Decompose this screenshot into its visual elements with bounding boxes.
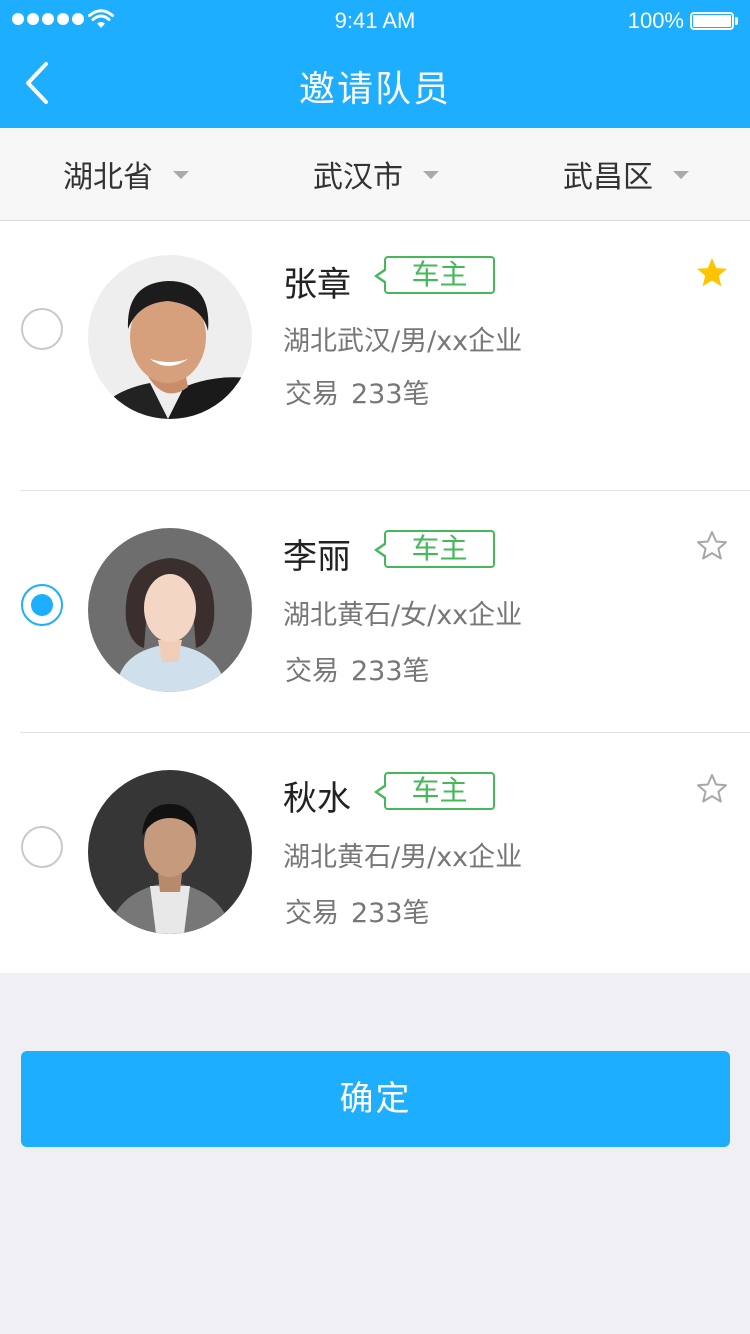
star-outline-icon[interactable] <box>695 772 729 806</box>
member-row[interactable]: 张章 车主 湖北武汉/男/xx企业 交易 233笔 <box>0 221 750 491</box>
select-radio[interactable] <box>21 584 63 626</box>
trade-label: 交易 <box>285 379 339 410</box>
member-name: 李丽 <box>283 537 351 577</box>
district-filter-label: 武昌区 <box>563 160 653 195</box>
member-info: 湖北黄石/女/xx企业 <box>283 600 523 631</box>
role-tag: 车主 <box>374 772 495 810</box>
caret-down-icon <box>673 171 689 179</box>
province-filter-label: 湖北省 <box>63 160 153 195</box>
trade-label: 交易 <box>285 656 339 687</box>
member-info: 湖北武汉/男/xx企业 <box>283 326 523 357</box>
member-name: 张章 <box>283 265 351 305</box>
trade-count: 交易 233笔 <box>285 649 430 688</box>
caret-down-icon <box>423 171 439 179</box>
trade-count: 交易 233笔 <box>285 372 430 411</box>
select-radio[interactable] <box>21 308 63 350</box>
province-filter[interactable]: 湖北省 <box>63 128 189 220</box>
avatar <box>88 255 252 419</box>
caret-down-icon <box>173 171 189 179</box>
role-tag: 车主 <box>374 256 495 294</box>
region-filter-bar: 湖北省 武汉市 武昌区 <box>0 128 750 221</box>
city-filter-label: 武汉市 <box>313 160 403 195</box>
member-list: 张章 车主 湖北武汉/男/xx企业 交易 233笔 李丽 车主 湖北黄石/女/xx… <box>0 221 750 973</box>
member-row[interactable]: 秋水 车主 湖北黄石/男/xx企业 交易 233笔 <box>0 733 750 973</box>
avatar <box>88 528 252 692</box>
battery-percentage: 100% <box>627 8 684 33</box>
trade-count: 交易 233笔 <box>285 891 430 930</box>
trade-label: 交易 <box>285 898 339 929</box>
confirm-button[interactable]: 确定 <box>21 1051 730 1147</box>
trade-count-value: 233笔 <box>351 379 430 410</box>
page-title: 邀请队员 <box>298 69 451 110</box>
trade-count-value: 233笔 <box>351 898 430 929</box>
member-info: 湖北黄石/男/xx企业 <box>283 842 523 873</box>
member-name: 秋水 <box>283 779 351 819</box>
role-tag: 车主 <box>374 530 495 568</box>
status-bar: 9:41 AM 100% <box>0 0 750 40</box>
star-outline-icon[interactable] <box>695 529 729 563</box>
battery-icon <box>690 12 738 30</box>
city-filter[interactable]: 武汉市 <box>313 128 439 220</box>
district-filter[interactable]: 武昌区 <box>563 128 689 220</box>
member-row[interactable]: 李丽 车主 湖北黄石/女/xx企业 交易 233笔 <box>0 491 750 733</box>
star-filled-icon[interactable] <box>695 256 729 290</box>
select-radio[interactable] <box>21 826 63 868</box>
header: 9:41 AM 100% 邀请队员 <box>0 0 750 128</box>
avatar <box>88 770 252 934</box>
trade-count-value: 233笔 <box>351 656 430 687</box>
